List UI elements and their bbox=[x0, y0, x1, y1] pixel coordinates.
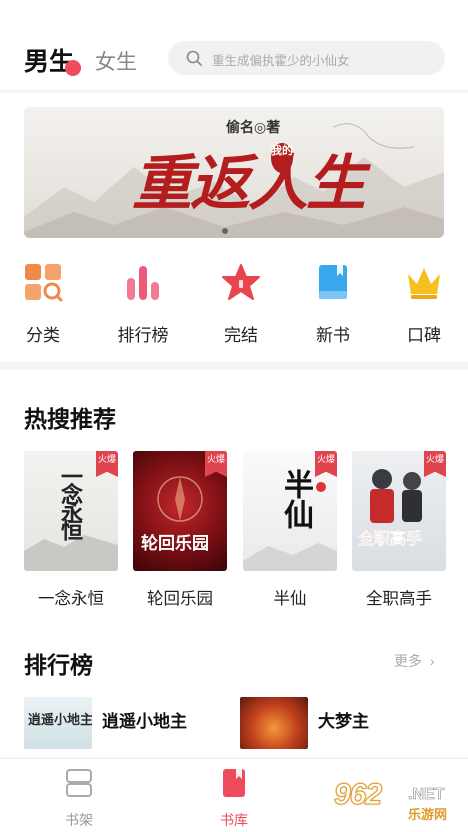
book-cover: 轮回乐园 火爆 bbox=[133, 451, 227, 571]
category-ranking[interactable]: 排行榜 bbox=[113, 262, 173, 346]
category-grid-icon bbox=[25, 264, 63, 302]
cover-title: 全职高手 bbox=[358, 529, 423, 548]
cover-title: 轮回乐园 bbox=[141, 534, 209, 554]
category-label: 口碑 bbox=[407, 326, 441, 345]
site-watermark: 962 .NET 乐游网 bbox=[330, 778, 462, 823]
book-cover: 一念永恒 火爆 bbox=[24, 451, 118, 571]
category-fenlei[interactable]: 分类 bbox=[13, 262, 73, 346]
rank-title: 大梦主 bbox=[318, 712, 369, 731]
star-icon bbox=[222, 264, 260, 300]
book-card[interactable]: 半仙 火爆 半仙 bbox=[243, 451, 337, 609]
tab-female[interactable]: 女生 bbox=[95, 46, 137, 76]
ranking-item[interactable]: 逍遥小地主 逍遥小地主 bbox=[24, 697, 224, 749]
bookshelf-icon bbox=[66, 769, 92, 797]
nav-label: 书库 bbox=[220, 812, 248, 828]
library-icon bbox=[223, 769, 245, 797]
watermark-number: 962 bbox=[333, 778, 382, 812]
crown-icon bbox=[408, 268, 440, 299]
book-title: 一念永恒 bbox=[38, 590, 104, 608]
category-finished[interactable]: 完结 bbox=[211, 262, 271, 346]
active-tab-indicator bbox=[65, 60, 81, 76]
search-bar[interactable]: 重生成偏执霍少的小仙女 bbox=[168, 41, 445, 75]
nav-bookshelf[interactable]: 书架 bbox=[49, 767, 109, 830]
book-card[interactable]: 轮回乐园 火爆 轮回乐园 bbox=[133, 451, 227, 609]
cover-title: 半仙 bbox=[278, 469, 313, 529]
banner-title: 重返人生 bbox=[132, 149, 366, 219]
category-label: 分类 bbox=[26, 326, 60, 345]
rank-title: 逍遥小地主 bbox=[102, 712, 187, 731]
category-row: 分类 排行榜 完结 新书 口碑 bbox=[0, 262, 468, 345]
banner-page-indicator[interactable] bbox=[222, 228, 228, 234]
category-label: 完结 bbox=[224, 326, 258, 345]
rank-cover: 逍遥小地主 bbox=[24, 697, 92, 749]
top-header: 男生 女生 重生成偏执霍少的小仙女 bbox=[0, 0, 468, 92]
bar-ranking-icon bbox=[127, 266, 159, 300]
book-cover: 半仙 火爆 bbox=[243, 451, 337, 571]
chevron-right-icon: › bbox=[429, 653, 435, 669]
book-cover: 全职高手 火爆 bbox=[352, 451, 446, 571]
banner-title-small: 我的 bbox=[271, 143, 293, 173]
book-title: 全职高手 bbox=[366, 590, 432, 608]
nav-library[interactable]: 书库 bbox=[204, 767, 264, 830]
book-title: 半仙 bbox=[273, 590, 307, 608]
more-label: 更多 bbox=[394, 653, 422, 669]
promo-banner[interactable]: 偷名◎著 重返人生 我的 bbox=[24, 107, 444, 238]
watermark-net: .NET bbox=[408, 786, 445, 804]
book-icon bbox=[319, 265, 347, 299]
hot-search-title: 热搜推荐 bbox=[24, 406, 116, 432]
category-new-books[interactable]: 新书 bbox=[303, 262, 363, 346]
rank-cover-title: 逍遥小地主 bbox=[28, 713, 92, 728]
more-link[interactable]: 更多 › bbox=[394, 651, 435, 671]
nav-label: 书架 bbox=[65, 812, 93, 828]
banner-author: 偷名◎著 bbox=[226, 120, 281, 136]
header-divider bbox=[0, 90, 468, 94]
category-label: 新书 bbox=[316, 326, 350, 345]
book-title: 轮回乐园 bbox=[147, 590, 213, 608]
book-card[interactable]: 全职高手 火爆 全职高手 bbox=[352, 451, 446, 609]
category-label: 排行榜 bbox=[117, 326, 169, 345]
cover-title: 一念永恒 bbox=[57, 465, 83, 537]
watermark-cn: 乐游网 bbox=[408, 807, 448, 822]
ranking-title: 排行榜 bbox=[24, 652, 93, 678]
ranking-item[interactable]: 大梦主 bbox=[240, 697, 440, 749]
rank-cover bbox=[240, 697, 308, 749]
search-placeholder: 重生成偏执霍少的小仙女 bbox=[212, 54, 350, 68]
book-card[interactable]: 一念永恒 火爆 一念永恒 bbox=[24, 451, 118, 609]
category-reputation[interactable]: 口碑 bbox=[394, 262, 454, 346]
section-divider bbox=[0, 362, 468, 370]
search-icon bbox=[186, 50, 202, 66]
